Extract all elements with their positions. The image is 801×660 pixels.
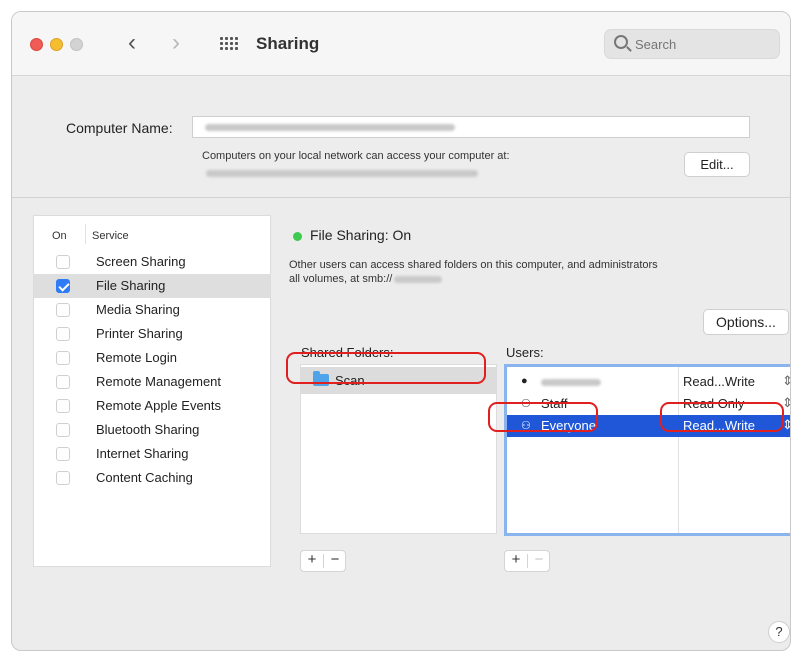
users-list: ● Read...Write ⇕ ⚇ Staff Read Only ⇕ ⚇ E… xyxy=(504,364,790,536)
service-checkbox[interactable] xyxy=(56,471,70,485)
edit-button[interactable]: Edit... xyxy=(684,152,750,177)
service-label: Remote Login xyxy=(96,350,177,365)
service-row-screen-sharing[interactable]: Screen Sharing xyxy=(34,250,270,274)
computer-name-field[interactable] xyxy=(192,116,750,138)
redacted-user-name xyxy=(541,379,601,386)
user-row-everyone[interactable]: ⚇ Everyone Read...Write ⇕ xyxy=(507,415,790,437)
service-checkbox[interactable] xyxy=(56,255,70,269)
service-row-file-sharing[interactable]: File Sharing xyxy=(34,274,270,298)
remove-user-button[interactable]: − xyxy=(528,551,550,571)
users-add-remove-control: + − xyxy=(504,550,550,572)
service-label: File Sharing xyxy=(96,278,166,293)
service-label: Printer Sharing xyxy=(96,326,183,341)
service-label: Remote Apple Events xyxy=(96,398,222,413)
back-arrow-icon[interactable]: ‹ xyxy=(128,31,136,55)
computer-name-label: Computer Name: xyxy=(66,120,173,136)
user-permission[interactable]: Read...Write xyxy=(683,418,755,433)
add-folder-button[interactable]: + xyxy=(301,551,323,571)
service-list: On Service Screen Sharing File Sharing M… xyxy=(33,215,271,567)
close-window-button[interactable] xyxy=(30,38,43,51)
service-row-internet-sharing[interactable]: Internet Sharing xyxy=(34,442,270,466)
help-button[interactable]: ? xyxy=(768,621,790,643)
service-checkbox[interactable] xyxy=(56,423,70,437)
service-row-content-caching[interactable]: Content Caching xyxy=(34,466,270,490)
search-input[interactable] xyxy=(635,35,775,53)
redacted-local-address xyxy=(206,170,478,177)
window-title: Sharing xyxy=(256,34,320,53)
status-description: Other users can access shared folders on… xyxy=(289,258,789,286)
service-row-remote-login[interactable]: Remote Login xyxy=(34,346,270,370)
chevron-updown-icon[interactable]: ⇕ xyxy=(782,395,790,411)
user-name: Everyone xyxy=(541,418,596,433)
service-list-header: On Service xyxy=(34,216,270,250)
column-header-on: On xyxy=(52,230,67,242)
service-checkbox[interactable] xyxy=(56,375,70,389)
options-button[interactable]: Options... xyxy=(703,309,789,335)
computer-name-description: Computers on your local network can acce… xyxy=(202,150,510,162)
redacted-computer-name xyxy=(205,124,455,131)
column-divider xyxy=(85,224,86,244)
service-label: Content Caching xyxy=(96,470,193,485)
computer-name-panel: Computer Name: Computers on your local n… xyxy=(12,76,790,198)
status-description-line1: Other users can access shared folders on… xyxy=(289,259,658,271)
user-permission[interactable]: Read...Write xyxy=(683,374,755,389)
column-header-service: Service xyxy=(92,230,129,242)
service-checkbox-checked[interactable] xyxy=(56,279,70,293)
show-all-grid-icon[interactable] xyxy=(220,37,238,51)
service-row-bluetooth-sharing[interactable]: Bluetooth Sharing xyxy=(34,418,270,442)
status-description-line2: all volumes, at smb:// xyxy=(289,272,789,286)
shared-folder-name: Scan xyxy=(335,373,365,388)
file-sharing-status: File Sharing: On xyxy=(310,227,412,243)
service-checkbox[interactable] xyxy=(56,447,70,461)
service-checkbox[interactable] xyxy=(56,327,70,341)
search-icon xyxy=(614,35,628,49)
shared-folder-row[interactable]: Scan xyxy=(301,367,496,394)
service-row-printer-sharing[interactable]: Printer Sharing xyxy=(34,322,270,346)
user-name xyxy=(541,374,601,389)
shared-folders-list: Scan xyxy=(300,364,497,534)
service-label: Media Sharing xyxy=(96,302,180,317)
remove-folder-button[interactable]: − xyxy=(324,551,346,571)
sharing-window: ‹ › Sharing Computer Name: Computers on … xyxy=(11,11,791,651)
title-bar: ‹ › Sharing xyxy=(12,12,790,76)
chevron-updown-icon[interactable]: ⇕ xyxy=(782,417,790,433)
search-field[interactable] xyxy=(604,29,780,59)
person-icon: ● xyxy=(521,375,528,387)
redacted-ip-address xyxy=(394,275,443,283)
service-label: Internet Sharing xyxy=(96,446,189,461)
service-checkbox[interactable] xyxy=(56,399,70,413)
folders-add-remove-control: + − xyxy=(300,550,346,572)
status-indicator-icon xyxy=(293,232,302,241)
folder-icon xyxy=(313,371,329,386)
zoom-window-button[interactable] xyxy=(70,38,83,51)
forward-arrow-icon[interactable]: › xyxy=(172,31,180,55)
minimize-window-button[interactable] xyxy=(50,38,63,51)
service-checkbox[interactable] xyxy=(56,351,70,365)
service-row-media-sharing[interactable]: Media Sharing xyxy=(34,298,270,322)
user-permission[interactable]: Read Only xyxy=(683,396,744,411)
service-checkbox[interactable] xyxy=(56,303,70,317)
smb-address-prefix: all volumes, at smb:// xyxy=(289,273,393,285)
service-label: Bluetooth Sharing xyxy=(96,422,200,437)
service-row-remote-management[interactable]: Remote Management xyxy=(34,370,270,394)
add-user-button[interactable]: + xyxy=(505,551,527,571)
chevron-updown-icon[interactable]: ⇕ xyxy=(782,373,790,389)
user-name: Staff xyxy=(541,396,568,411)
shared-folders-label: Shared Folders: xyxy=(301,345,394,360)
user-row-owner[interactable]: ● Read...Write ⇕ xyxy=(507,371,790,393)
user-row-staff[interactable]: ⚇ Staff Read Only ⇕ xyxy=(507,393,790,415)
service-label: Remote Management xyxy=(96,374,222,389)
service-label: Screen Sharing xyxy=(96,254,186,269)
group-icon: ⚇ xyxy=(521,398,531,410)
users-label: Users: xyxy=(506,345,544,360)
service-row-remote-apple-events[interactable]: Remote Apple Events xyxy=(34,394,270,418)
group-icon: ⚇ xyxy=(521,420,531,432)
